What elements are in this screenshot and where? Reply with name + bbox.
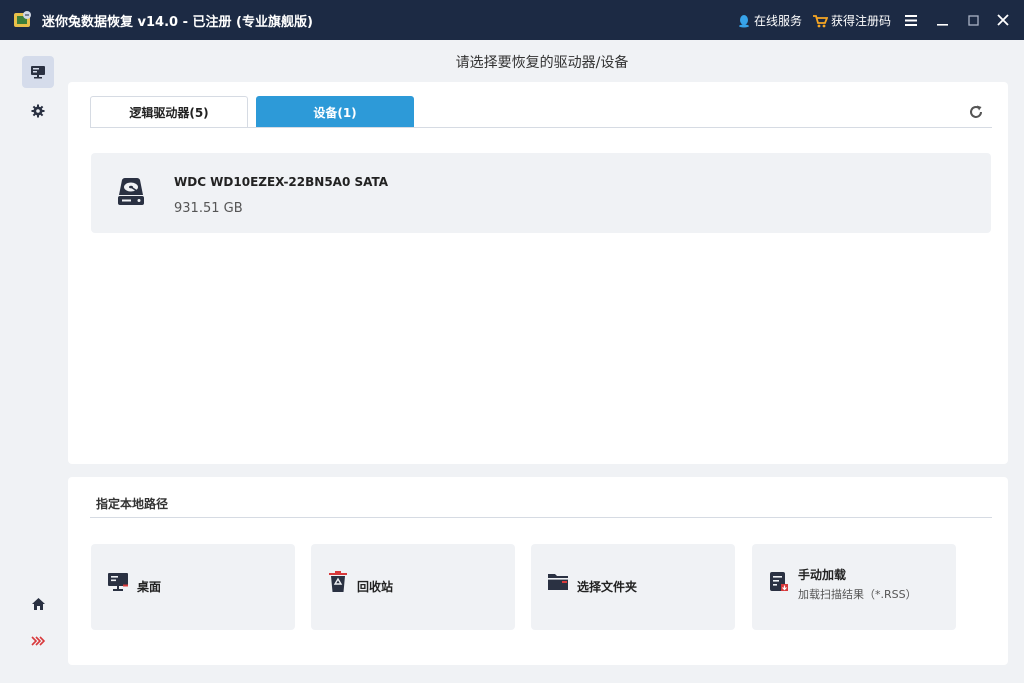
sidebar-item-home[interactable] (22, 588, 54, 620)
folder-icon (548, 574, 568, 590)
hard-disk-icon (118, 178, 144, 205)
window-title: 迷你兔数据恢复 v14.0 - 已注册 (专业旗舰版) (42, 15, 313, 30)
local-path-panel: 指定本地路径 桌面 回收站 选择文件夹 手动加载 加载扫描结果（*.RSS） (68, 477, 1008, 665)
load-results-icon (770, 572, 788, 591)
refresh-button[interactable] (966, 102, 986, 122)
online-service-label: 在线服务 (754, 14, 803, 28)
location-manual-load[interactable]: 手动加载 加载扫描结果（*.RSS） (752, 544, 956, 630)
online-service-link[interactable]: 在线服务 (737, 12, 802, 29)
desktop-icon (108, 573, 128, 591)
location-select-folder[interactable]: 选择文件夹 (531, 544, 735, 630)
refresh-icon (970, 105, 982, 118)
cart-icon (813, 14, 828, 27)
drive-selection-panel: 逻辑驱动器(5) 设备(1) WDC WD10EZEX-22BN5A0 SATA… (68, 82, 1008, 464)
recycle-bin-icon (329, 571, 347, 592)
maximize-button[interactable] (963, 10, 983, 30)
location-label: 选择文件夹 (577, 580, 638, 594)
double-chevron-right-icon (31, 636, 45, 646)
location-label: 手动加载 (798, 568, 847, 582)
hamburger-icon (905, 14, 917, 26)
sidebar-item-settings[interactable] (22, 95, 54, 127)
location-label: 回收站 (357, 580, 394, 594)
main-header: 请选择要恢复的驱动器/设备 (60, 40, 1024, 80)
left-sidebar (0, 40, 60, 683)
tab-devices[interactable]: 设备(1) (256, 96, 414, 128)
title-bar: 迷你兔数据恢复 v14.0 - 已注册 (专业旗舰版) 在线服务 获得注册码 (0, 0, 1024, 40)
sidebar-item-drives[interactable] (22, 56, 54, 88)
menu-button[interactable] (901, 10, 921, 30)
home-icon (31, 598, 45, 610)
location-desktop[interactable]: 桌面 (91, 544, 295, 630)
get-license-label: 获得注册码 (831, 14, 892, 28)
device-name: WDC WD10EZEX-22BN5A0 SATA (174, 175, 389, 189)
sidebar-expand-button[interactable] (22, 625, 54, 657)
page-title: 请选择要恢复的驱动器/设备 (455, 55, 629, 71)
device-size: 931.51 GB (174, 201, 243, 216)
minimize-icon (936, 23, 948, 26)
gear-icon (31, 104, 45, 118)
maximize-icon (967, 14, 979, 26)
app-logo-icon (14, 11, 31, 27)
tab-logical-drives[interactable]: 逻辑驱动器(5) (90, 96, 248, 128)
location-label: 桌面 (137, 580, 162, 594)
section-divider (90, 517, 992, 518)
location-recycle-bin[interactable]: 回收站 (311, 544, 515, 630)
get-license-link[interactable]: 获得注册码 (812, 12, 891, 29)
close-icon (997, 14, 1009, 26)
minimize-button[interactable] (932, 10, 952, 30)
drive-list-icon (31, 66, 45, 79)
device-card[interactable]: WDC WD10EZEX-22BN5A0 SATA 931.51 GB (91, 153, 991, 233)
location-sublabel: 加载扫描结果（*.RSS） (798, 588, 917, 601)
close-button[interactable] (993, 10, 1013, 30)
qq-penguin-icon (739, 14, 749, 27)
tabs-divider (90, 127, 992, 128)
section-title-local-path: 指定本地路径 (96, 497, 169, 511)
